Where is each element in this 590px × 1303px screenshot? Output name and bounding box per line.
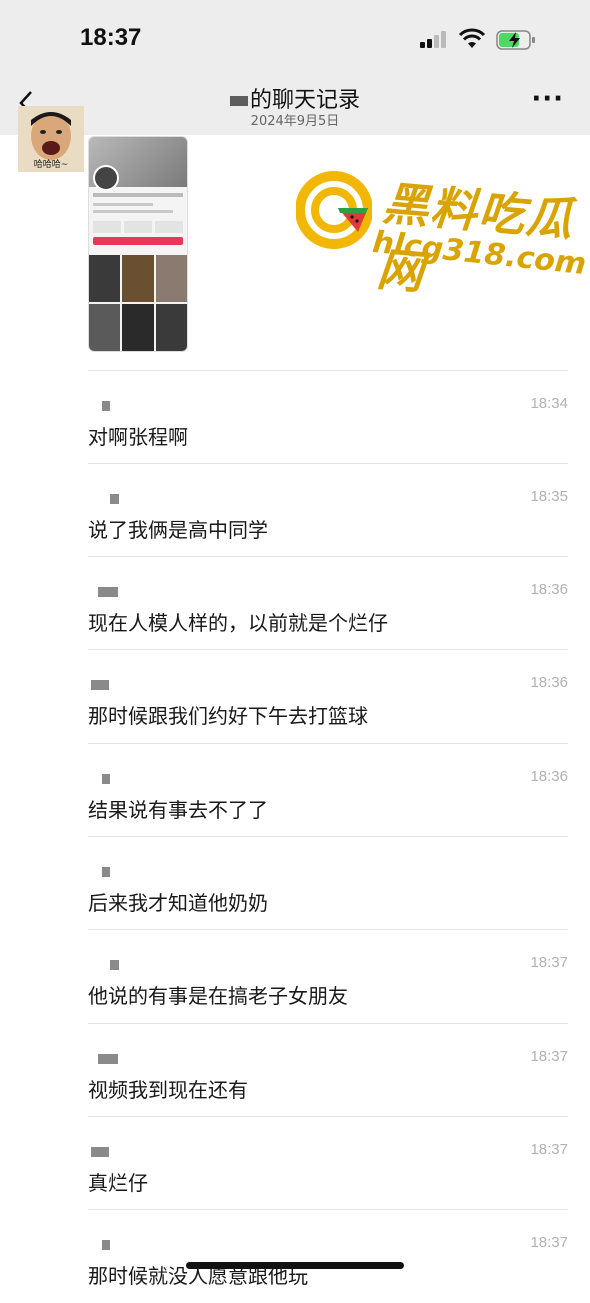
message-text: 对啊张程啊 bbox=[88, 425, 188, 449]
redacted-sender bbox=[110, 494, 119, 504]
battery-charging-icon bbox=[496, 30, 535, 50]
chat-record-header: 的聊天记录 2024年9月5日 ··· bbox=[0, 80, 590, 135]
shared-profile-screenshot[interactable] bbox=[88, 136, 188, 352]
status-bar: 18:37 bbox=[0, 0, 590, 80]
list-item[interactable]: 18:34 对啊张程啊 bbox=[88, 370, 568, 464]
profile-bio-line bbox=[93, 203, 153, 206]
redacted-sender bbox=[102, 867, 110, 877]
message-text: 他说的有事是在搞老子女朋友 bbox=[88, 984, 348, 1008]
avatar[interactable]: 哈哈哈~ bbox=[18, 106, 84, 172]
message-time: 18:35 bbox=[530, 488, 568, 505]
redacted-sender bbox=[102, 401, 110, 411]
redacted-sender bbox=[91, 680, 109, 690]
cellular-signal-icon bbox=[420, 30, 452, 48]
video-thumbnail-grid bbox=[89, 255, 187, 351]
message-time: 18:37 bbox=[530, 1141, 568, 1158]
list-item[interactable]: 18:36 那时候跟我们约好下午去打篮球 bbox=[88, 649, 568, 743]
redacted-sender bbox=[110, 960, 119, 970]
redacted-sender bbox=[102, 1240, 110, 1250]
message-time: 18:34 bbox=[530, 395, 568, 412]
message-time: 18:37 bbox=[530, 1234, 568, 1251]
message-time: 18:36 bbox=[530, 768, 568, 785]
avatar-caption: 哈哈哈~ bbox=[33, 160, 69, 170]
profile-picture bbox=[93, 165, 119, 191]
redacted-name bbox=[229, 96, 248, 106]
ellipsis-icon: ··· bbox=[531, 84, 564, 114]
message-text: 结果说有事去不了了 bbox=[88, 798, 268, 822]
list-item[interactable]: 18:35 说了我俩是高中同学 bbox=[88, 463, 568, 557]
profile-bio-line bbox=[93, 210, 173, 213]
list-item[interactable]: 18:37 那时候就没人愿意跟他玩 bbox=[88, 1209, 568, 1303]
message-time: 18:37 bbox=[530, 954, 568, 971]
message-text: 那时候跟我们约好下午去打篮球 bbox=[88, 704, 368, 728]
list-item[interactable]: 18:37 他说的有事是在搞老子女朋友 bbox=[88, 929, 568, 1023]
home-indicator[interactable] bbox=[186, 1262, 404, 1269]
list-item[interactable]: 18:37 真烂仔 bbox=[88, 1116, 568, 1210]
message-time: 18:37 bbox=[530, 1048, 568, 1065]
page-subtitle-date: 2024年9月5日 bbox=[250, 114, 340, 129]
more-button[interactable]: ··· bbox=[531, 84, 564, 114]
redacted-sender bbox=[91, 1147, 109, 1157]
redacted-sender bbox=[98, 1054, 118, 1064]
list-item[interactable]: 18:36 结果说有事去不了了 bbox=[88, 743, 568, 837]
message-time: 18:36 bbox=[530, 581, 568, 598]
redacted-sender bbox=[98, 587, 118, 597]
message-time: 18:36 bbox=[530, 674, 568, 691]
message-text: 说了我俩是高中同学 bbox=[88, 518, 268, 542]
profile-stats bbox=[93, 193, 183, 197]
message-text: 视频我到现在还有 bbox=[88, 1078, 248, 1102]
profile-action-row bbox=[93, 221, 183, 233]
message-text: 后来我才知道他奶奶 bbox=[88, 891, 268, 915]
wifi-icon bbox=[458, 28, 486, 48]
watermelon-logo-icon bbox=[296, 171, 372, 249]
redacted-sender bbox=[102, 774, 110, 784]
message-text: 现在人模人样的，以前就是个烂仔 bbox=[88, 611, 388, 635]
list-item[interactable]: 18:36 现在人模人样的，以前就是个烂仔 bbox=[88, 556, 568, 650]
follow-button bbox=[93, 237, 183, 245]
message-text: 真烂仔 bbox=[88, 1171, 148, 1195]
status-time: 18:37 bbox=[80, 24, 142, 51]
list-item[interactable]: 18:37 视频我到现在还有 bbox=[88, 1023, 568, 1117]
list-item[interactable]: 后来我才知道他奶奶 bbox=[88, 836, 568, 930]
